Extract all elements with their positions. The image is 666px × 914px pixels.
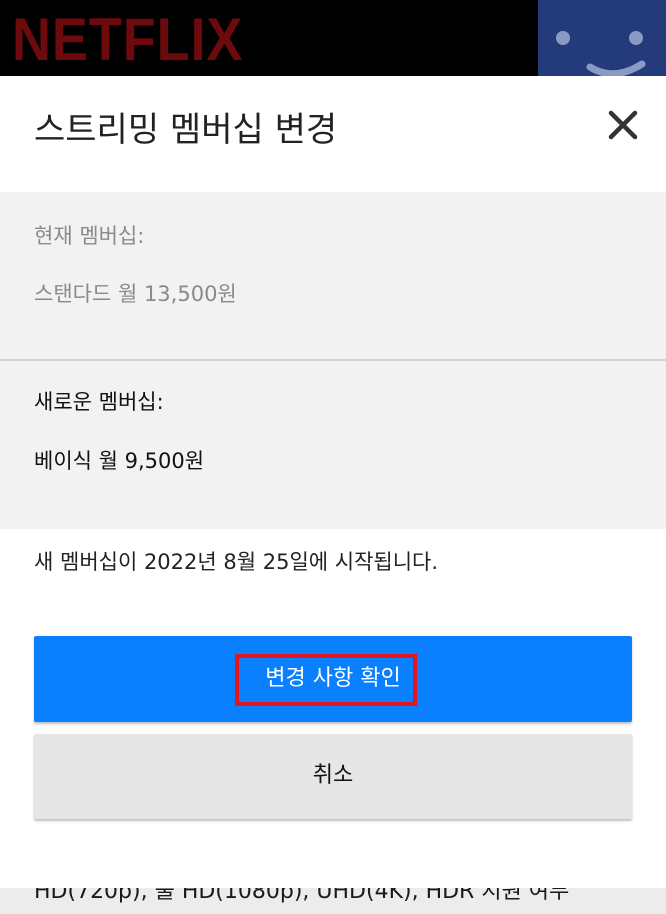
- highlight-box: [235, 654, 417, 706]
- profile-avatar[interactable]: [538, 0, 666, 76]
- background-page-strip: HD(720p), 풀 HD(1080p), UHD(4K), HDR 지원 여…: [0, 888, 666, 914]
- close-button[interactable]: [598, 100, 648, 150]
- new-membership-section: 새로운 멤버십: 베이식 월 9,500원: [0, 361, 666, 529]
- change-membership-dialog: 스트리밍 멤버십 변경 현재 멤버십: 스탠다드 월 13,500원 새로운 멤…: [0, 76, 666, 888]
- dialog-title: 스트리밍 멤버십 변경: [34, 110, 338, 150]
- netflix-logo: NETFLIX: [12, 6, 244, 73]
- top-bar: NETFLIX: [0, 0, 666, 76]
- cancel-button[interactable]: 취소: [34, 734, 632, 819]
- background-page-text: HD(720p), 풀 HD(1080p), UHD(4K), HDR 지원 여…: [34, 888, 570, 904]
- current-membership-value: 스탠다드 월 13,500원: [34, 282, 237, 306]
- new-membership-label: 새로운 멤버십:: [34, 390, 164, 414]
- current-membership-label: 현재 멤버십:: [34, 224, 145, 248]
- cancel-label: 취소: [312, 763, 354, 788]
- start-date-note: 새 멤버십이 2022년 8월 25일에 시작됩니다.: [34, 550, 439, 574]
- smiley-face-icon: [556, 31, 646, 76]
- close-icon: [608, 110, 638, 140]
- new-membership-value: 베이식 월 9,500원: [34, 449, 205, 473]
- current-membership-section: 현재 멤버십: 스탠다드 월 13,500원: [0, 192, 666, 359]
- confirm-changes-button[interactable]: 변경 사항 확인: [34, 636, 632, 722]
